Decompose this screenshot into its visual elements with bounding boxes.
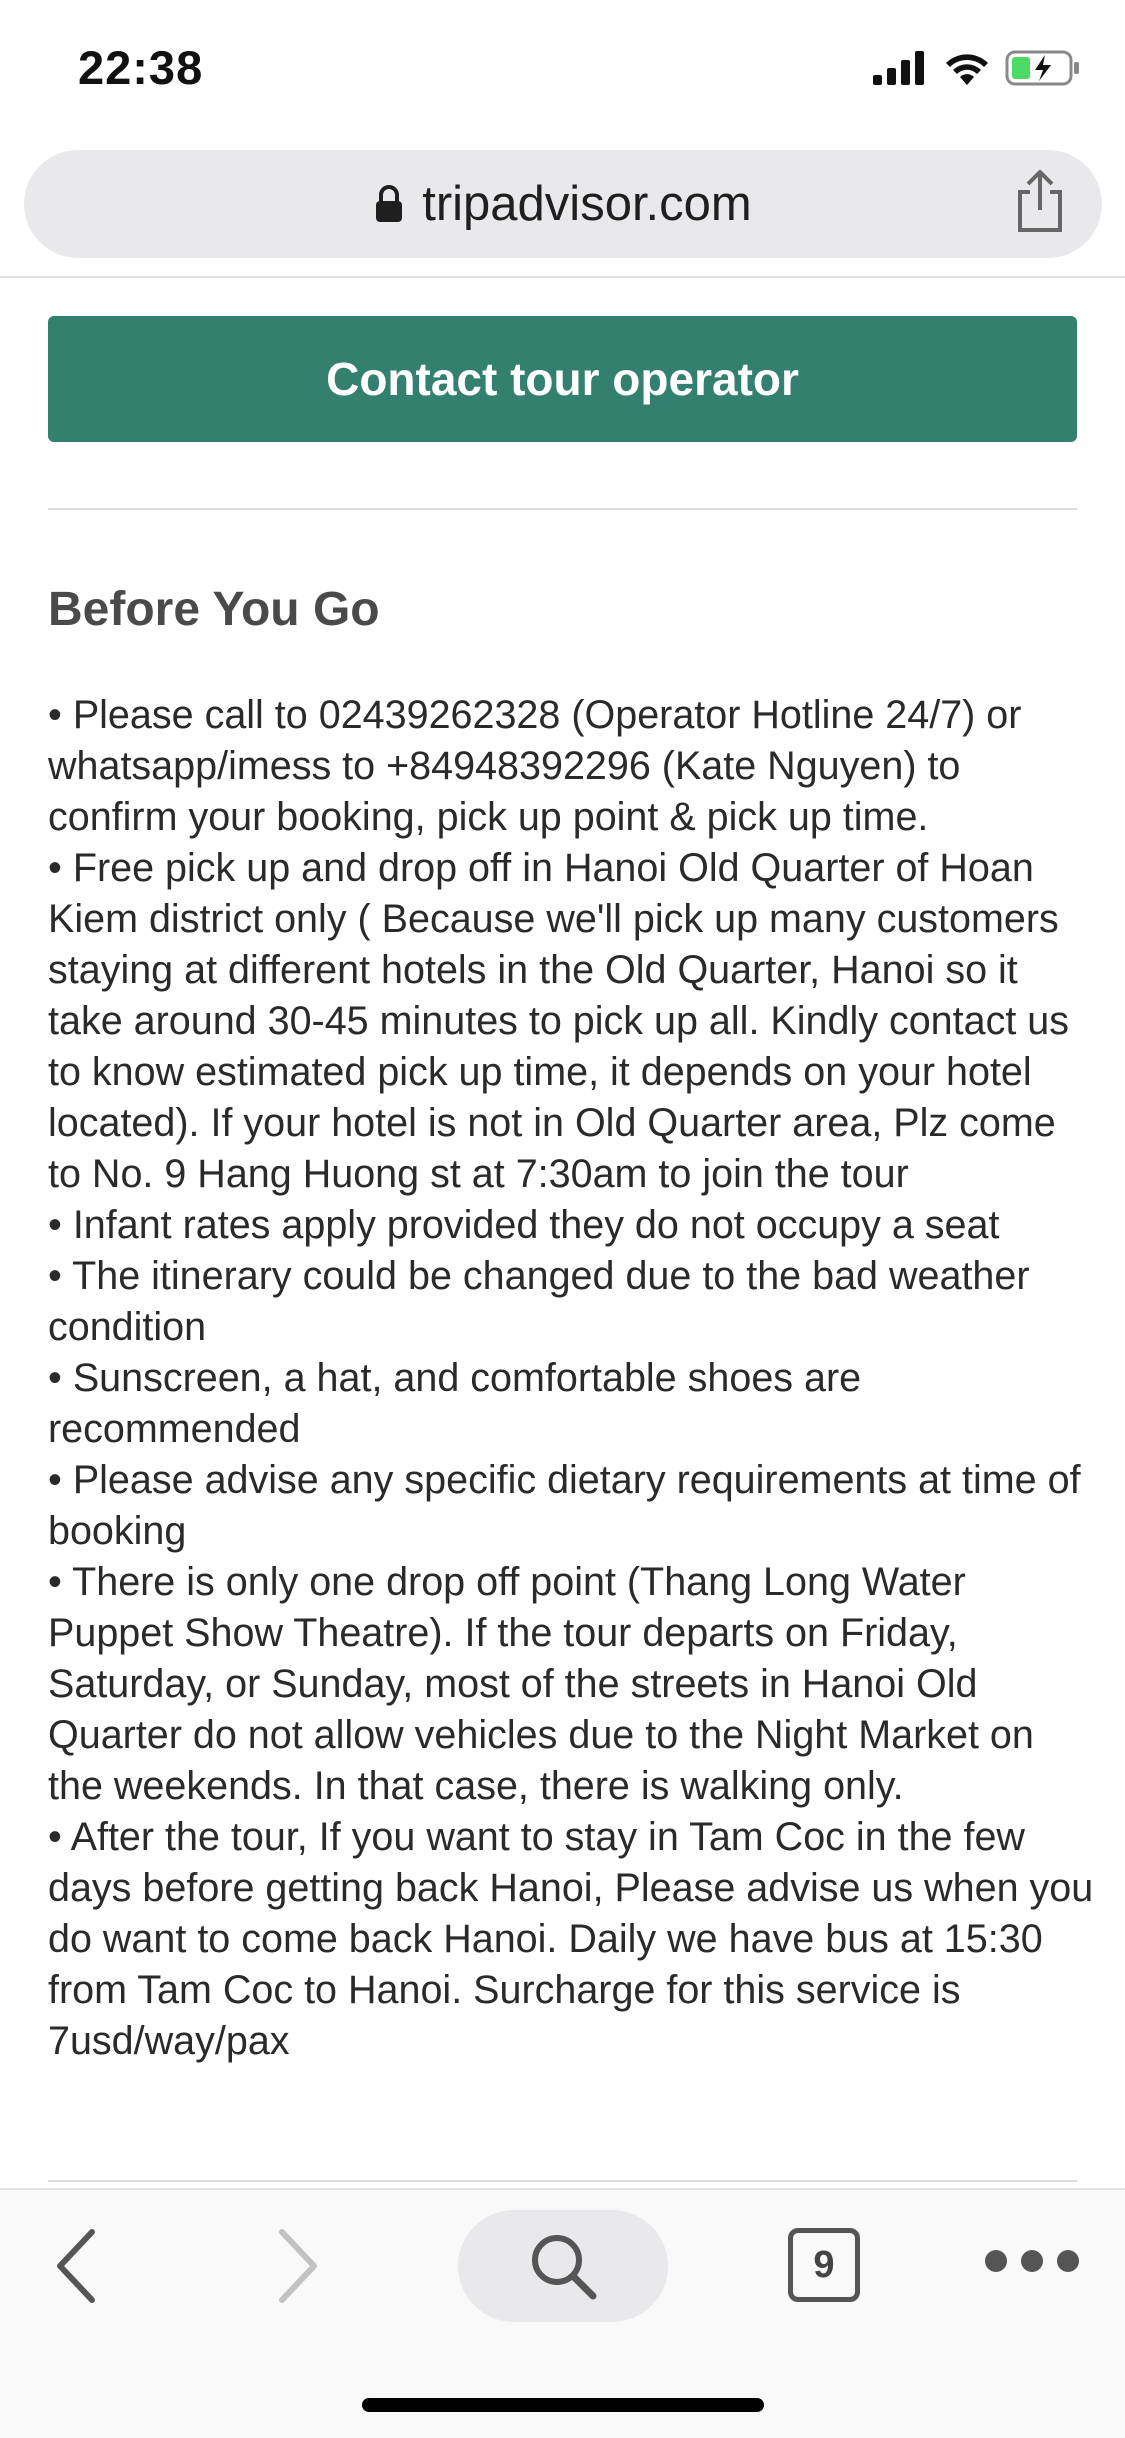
- list-item: Free pick up and drop off in Hanoi Old Q…: [48, 843, 1098, 1200]
- share-button[interactable]: [1014, 169, 1066, 237]
- forward-button[interactable]: [272, 2228, 322, 2307]
- home-indicator: [362, 2398, 764, 2412]
- list-item: Infant rates apply provided they do not …: [48, 1200, 1098, 1251]
- chevron-left-icon: [57, 2229, 95, 2303]
- header-divider: [0, 276, 1125, 278]
- bottom-divider: [48, 2180, 1077, 2182]
- tabs-button[interactable]: 9: [788, 2228, 860, 2302]
- address-bar-content: tripadvisor.com: [24, 150, 1102, 258]
- wifi-icon: [946, 54, 988, 85]
- url-domain: tripadvisor.com: [422, 177, 752, 231]
- back-button[interactable]: [52, 2228, 102, 2307]
- more-menu-button[interactable]: [985, 2250, 1079, 2272]
- search-button[interactable]: [458, 2210, 668, 2322]
- chevron-right-icon: [279, 2229, 317, 2303]
- list-item: After the tour, If you want to stay in T…: [48, 1812, 1098, 2067]
- share-icon: [1018, 169, 1062, 232]
- before-you-go-list: Please call to 02439262328 (Operator Hot…: [48, 690, 1098, 2067]
- status-time: 22:38: [78, 41, 204, 94]
- address-bar[interactable]: tripadvisor.com: [24, 150, 1102, 258]
- more-dot-icon: [1021, 2250, 1043, 2272]
- status-icons: [873, 50, 1081, 86]
- more-dot-icon: [1057, 2250, 1079, 2272]
- list-item: Please call to 02439262328 (Operator Hot…: [48, 690, 1098, 843]
- lock-icon: [376, 185, 403, 222]
- list-item: Sunscreen, a hat, and comfortable shoes …: [48, 1353, 1098, 1455]
- list-item: Please advise any specific dietary requi…: [48, 1455, 1098, 1557]
- list-item: There is only one drop off point (Thang …: [48, 1557, 1098, 1812]
- section-divider: [48, 508, 1077, 510]
- browser-toolbar: 9: [0, 2188, 1125, 2438]
- cellular-signal-icon: [873, 51, 924, 85]
- list-item: The itinerary could be changed due to th…: [48, 1251, 1098, 1353]
- contact-tour-operator-button[interactable]: Contact tour operator: [48, 316, 1077, 442]
- status-bar: 22:38: [0, 0, 1125, 140]
- more-dot-icon: [985, 2250, 1007, 2272]
- battery-charging-icon: [1005, 50, 1079, 86]
- section-title: Before You Go: [48, 583, 380, 636]
- search-icon: [532, 2235, 597, 2300]
